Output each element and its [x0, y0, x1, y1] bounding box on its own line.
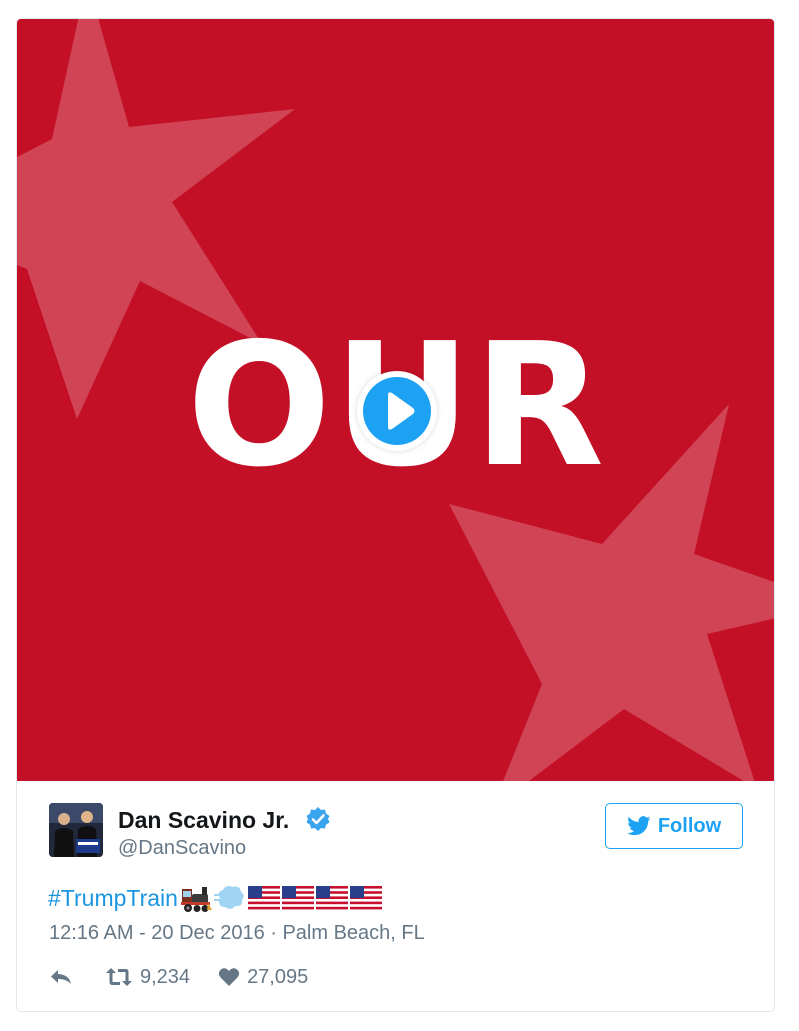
reply-icon [51, 970, 71, 984]
retweet-count: 9,234 [140, 965, 191, 988]
hashtag-link[interactable]: #TrumpTrain [48, 885, 178, 912]
author-name[interactable]: Dan Scavino Jr. [118, 807, 289, 834]
avatar[interactable] [49, 803, 103, 857]
avatar-image [49, 803, 103, 857]
dash-emoji [213, 886, 244, 909]
tweet-footer: Dan Scavino Jr. @DanScavino Follow #Trum… [17, 781, 774, 1011]
twitter-bird-icon [627, 816, 651, 836]
tweet-video[interactable]: OUR [17, 19, 774, 781]
reply-button[interactable] [49, 967, 73, 987]
like-count: 27,095 [247, 965, 309, 988]
us-flag-emoji [315, 886, 348, 910]
us-flag-emoji [281, 886, 314, 910]
like-button[interactable]: 27,095 [218, 966, 308, 989]
follow-button-label: Follow [657, 814, 722, 837]
author-handle[interactable]: @DanScavino [118, 837, 246, 860]
tweet-text: #TrumpTrain [48, 883, 382, 913]
retweet-icon [106, 968, 132, 986]
verified-badge-icon [306, 807, 330, 831]
us-flag-emoji [247, 886, 280, 910]
embedded-tweet-card: OUR Dan Scavino Jr. @Dan [16, 18, 775, 1012]
us-flag-emoji [349, 886, 382, 910]
play-icon [388, 392, 415, 430]
retweet-button[interactable]: 9,234 [105, 966, 190, 989]
emoji-row [180, 883, 382, 913]
play-button[interactable] [357, 371, 437, 451]
heart-icon [218, 968, 240, 986]
tweet-actions: 9,234 27,095 [49, 964, 308, 990]
locomotive-emoji [180, 887, 212, 912]
follow-button[interactable]: Follow [605, 803, 743, 849]
tweet-timestamp[interactable]: 12:16 AM - 20 Dec 2016 · Palm Beach, FL [49, 922, 425, 945]
